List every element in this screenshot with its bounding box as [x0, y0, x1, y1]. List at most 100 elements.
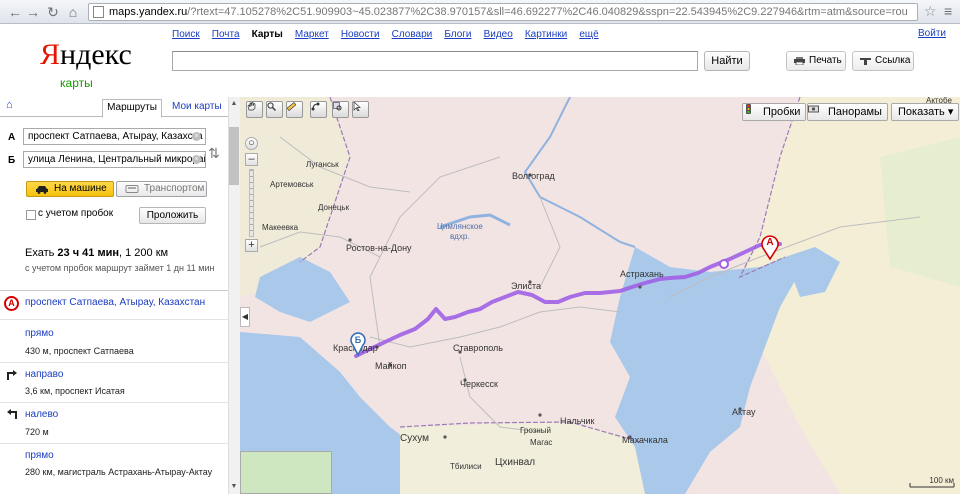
service-link-mail[interactable]: Почта	[212, 29, 240, 40]
search-input[interactable]	[172, 51, 698, 71]
panorama-icon	[808, 105, 819, 113]
svg-text:Луганськ: Луганськ	[306, 160, 339, 169]
summary-prefix: Ехать	[25, 247, 55, 259]
traffic-checkbox-label[interactable]: с учетом пробок	[38, 208, 113, 219]
pointer-tool[interactable]	[352, 101, 369, 118]
tab-routes[interactable]: Маршруты	[102, 99, 162, 118]
forward-arrow-icon[interactable]: →	[24, 3, 42, 21]
login-link[interactable]: Войти	[918, 28, 946, 39]
link-icon	[860, 58, 871, 65]
service-link-search[interactable]: Поиск	[172, 29, 200, 40]
menu-icon[interactable]: ≡	[944, 3, 952, 19]
start-address-link[interactable]: проспект Сатпаева, Атырау, Казахстан	[25, 297, 205, 308]
mode-car-button[interactable]: На машине	[26, 181, 114, 197]
reload-icon[interactable]: ↻	[44, 3, 62, 21]
point-a-input[interactable]: проспект Сатпаева, Атырау, Казахста ×	[23, 128, 206, 145]
step-3-detail: 720 м	[25, 427, 49, 437]
service-link-dictionaries[interactable]: Словари	[392, 29, 433, 40]
panoramas-button[interactable]: Панорамы	[807, 103, 888, 121]
service-link-news[interactable]: Новости	[341, 29, 380, 40]
point-b-value: улица Ленина, Центральный микрорай	[28, 154, 206, 165]
locate-icon[interactable]: ○	[245, 137, 258, 150]
step-1-direction[interactable]: прямо	[25, 328, 54, 339]
hand-icon	[247, 102, 256, 111]
link-button-label: Ссылка	[875, 55, 911, 66]
panel-home-icon[interactable]: ⌂	[6, 99, 24, 115]
ruler-tool[interactable]	[286, 101, 303, 118]
traffic-checkbox[interactable]	[26, 210, 36, 220]
address-bar[interactable]: maps.yandex.ru/?rtext=47.105278%2C51.909…	[88, 3, 918, 21]
point-b-input[interactable]: улица Ленина, Центральный микрорай ×	[23, 151, 206, 168]
svg-text:Сухум: Сухум	[400, 433, 429, 444]
turn-left-icon	[7, 409, 17, 419]
home-icon[interactable]: ⌂	[64, 3, 82, 21]
route-tool[interactable]	[310, 101, 327, 118]
panoramas-button-label: Панорамы	[828, 106, 882, 118]
back-arrow-icon[interactable]: ←	[6, 3, 24, 21]
svg-text:Астрахань: Астрахань	[620, 269, 664, 279]
step-3-direction[interactable]: налево	[25, 409, 58, 420]
service-link-video[interactable]: Видео	[484, 29, 513, 40]
clear-point-b-icon[interactable]: ×	[192, 155, 201, 164]
traffic-button[interactable]: Пробки	[742, 103, 807, 121]
cursor-icon	[353, 102, 361, 111]
svg-text:Актау: Актау	[732, 407, 756, 417]
svg-text:Волгоград: Волгоград	[512, 171, 555, 181]
svg-text:Тбилиси: Тбилиси	[450, 462, 482, 471]
bookmark-star-icon[interactable]: ☆	[924, 3, 937, 20]
mode-transit-label: Транспортом	[144, 183, 205, 194]
service-link-images[interactable]: Картинки	[525, 29, 567, 40]
summary-time: 23 ч 41 мин	[57, 247, 119, 259]
mode-transit-button[interactable]: Транспортом	[116, 181, 207, 197]
search-button[interactable]: Найти	[704, 51, 750, 71]
yandex-logo[interactable]: Яндекс	[40, 40, 132, 70]
service-link-market[interactable]: Маркет	[295, 29, 329, 40]
zoom-out-button[interactable]: –	[245, 153, 258, 166]
clear-point-a-icon[interactable]: ×	[192, 132, 201, 141]
svg-text:вдхр.: вдхр.	[450, 232, 470, 241]
collapse-panel-icon[interactable]: ◀	[240, 307, 250, 327]
minimap[interactable]	[240, 451, 332, 494]
svg-text:Майкоп: Майкоп	[375, 361, 407, 371]
zoom-in-button[interactable]: +	[245, 239, 258, 252]
search-tool[interactable]	[332, 101, 349, 118]
step-2-direction[interactable]: направо	[25, 369, 63, 380]
svg-text:А: А	[766, 237, 773, 248]
scale-text: 100 км	[929, 476, 954, 485]
svg-text:Цхинвал: Цхинвал	[495, 457, 535, 468]
zoom-area-tool[interactable]	[266, 101, 283, 118]
service-link-blogs[interactable]: Блоги	[444, 29, 471, 40]
svg-text:Нальчик: Нальчик	[560, 416, 595, 426]
show-button-label: Показать	[898, 106, 945, 118]
step-2-detail: 3,6 км, проспект Исатая	[25, 386, 125, 396]
step-1-detail: 430 м, проспект Сатпаева	[25, 346, 134, 356]
service-link-more[interactable]: ещё	[579, 29, 598, 40]
swap-points-icon[interactable]: ⇅	[208, 141, 222, 165]
drag-hand-tool[interactable]	[246, 101, 263, 118]
build-route-button[interactable]: Проложить	[139, 207, 206, 224]
panel-tabs: ⌂ Маршруты Мои карты	[0, 97, 228, 118]
tab-my-maps[interactable]: Мои карты	[172, 100, 222, 114]
bus-icon	[125, 185, 139, 193]
svg-text:Цимлянское: Цимлянское	[437, 222, 483, 231]
map-canvas[interactable]: Волгоград Ростов-на-Дону Элиста Астрахан…	[240, 97, 960, 494]
step-4-direction[interactable]: прямо	[25, 450, 54, 461]
svg-text:Черкесск: Черкесск	[460, 379, 498, 389]
start-marker-icon: А	[4, 296, 19, 311]
panel-scroll-thumb[interactable]	[229, 127, 239, 185]
scroll-down-icon[interactable]: ▼	[229, 482, 239, 492]
svg-text:Махачкала: Махачкала	[622, 435, 668, 445]
print-button[interactable]: Печать	[786, 51, 846, 71]
magnifier-icon	[267, 102, 276, 111]
zoom-slider[interactable]	[249, 169, 254, 237]
show-layers-button[interactable]: Показать ▾	[891, 103, 960, 121]
logo-rest: ндекс	[60, 38, 132, 71]
svg-text:Ростов-на-Дону: Ростов-на-Дону	[346, 243, 412, 253]
logo-first-letter: Я	[40, 38, 61, 71]
logo-subtitle[interactable]: карты	[60, 76, 93, 90]
scroll-up-icon[interactable]: ▲	[229, 99, 239, 109]
url-path: /?rtext=47.105278%2C51.909903~45.023877%…	[187, 6, 908, 18]
point-a-label: А	[8, 132, 16, 143]
svg-text:Макеевка: Макеевка	[262, 223, 299, 232]
link-button[interactable]: Ссылка	[852, 51, 914, 71]
